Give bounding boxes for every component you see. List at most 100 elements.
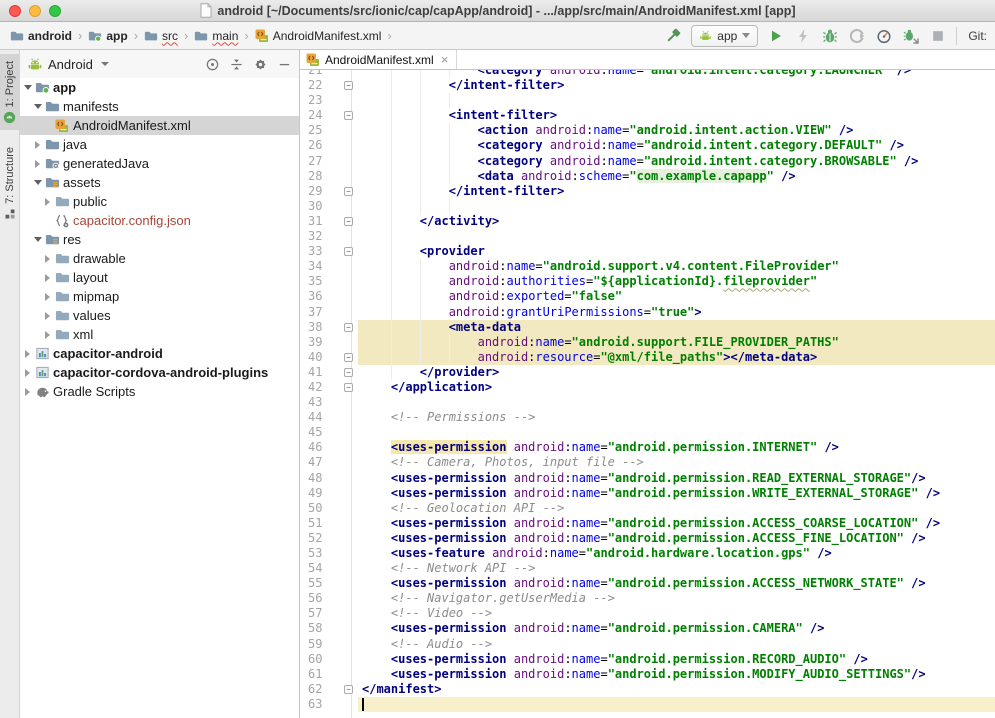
tree-collapsed-icon[interactable] [42, 255, 53, 263]
tree-expanded-icon[interactable] [22, 85, 33, 90]
tree-collapsed-icon[interactable] [22, 388, 33, 396]
code-area[interactable]: 21 <category android:name="android.inten… [300, 70, 995, 718]
fold-marker[interactable]: − [344, 184, 358, 199]
code-line-58[interactable]: 58 <uses-permission android:name="androi… [300, 621, 995, 636]
code-line-28[interactable]: 28 <data android:scheme="com.example.cap… [300, 169, 995, 184]
code-line-61[interactable]: 61 <uses-permission android:name="androi… [300, 667, 995, 682]
code-line-52[interactable]: 52 <uses-permission android:name="androi… [300, 531, 995, 546]
code-line-42[interactable]: 42− </application> [300, 380, 995, 395]
tree-item-app[interactable]: app [20, 78, 299, 97]
breadcrumb-src[interactable]: src [142, 28, 180, 44]
fold-marker[interactable]: − [344, 365, 358, 380]
apply-changes-button[interactable] [794, 26, 812, 46]
code-line-47[interactable]: 47 <!-- Camera, Photos, input file --> [300, 455, 995, 470]
close-window-button[interactable] [9, 5, 21, 17]
fold-marker[interactable]: − [344, 320, 358, 335]
zoom-window-button[interactable] [49, 5, 61, 17]
breadcrumb-android[interactable]: android [8, 28, 74, 44]
tree-expanded-icon[interactable] [32, 180, 43, 185]
tree-collapsed-icon[interactable] [32, 160, 43, 168]
fold-end-icon[interactable]: − [344, 685, 353, 694]
stop-button[interactable] [929, 26, 947, 46]
code-line-29[interactable]: 29− </intent-filter> [300, 184, 995, 199]
code-line-59[interactable]: 59 <!-- Audio --> [300, 637, 995, 652]
code-line-40[interactable]: 40− android:resource="@xml/file_paths"><… [300, 350, 995, 365]
tree-collapsed-icon[interactable] [42, 198, 53, 206]
fold-start-icon[interactable]: − [344, 247, 353, 256]
breadcrumb-androidmanifest-xml[interactable]: AndroidManifest.xml [253, 28, 384, 44]
code-line-36[interactable]: 36 android:exported="false" [300, 289, 995, 304]
code-line-30[interactable]: 30 [300, 199, 995, 214]
fold-marker[interactable]: − [344, 244, 358, 259]
minimize-window-button[interactable] [29, 5, 41, 17]
build-button[interactable] [664, 26, 682, 46]
breadcrumb-main[interactable]: main [192, 28, 240, 44]
code-line-46[interactable]: 46 <uses-permission android:name="androi… [300, 440, 995, 455]
fold-marker[interactable]: − [344, 350, 358, 365]
fold-end-icon[interactable]: − [344, 187, 353, 196]
code-line-56[interactable]: 56 <!-- Navigator.getUserMedia --> [300, 591, 995, 606]
tree-item-values[interactable]: values [20, 306, 299, 325]
run-configuration-select[interactable]: app [691, 25, 758, 47]
code-line-32[interactable]: 32 [300, 229, 995, 244]
code-line-60[interactable]: 60 <uses-permission android:name="androi… [300, 652, 995, 667]
settings-button[interactable] [252, 56, 268, 72]
tree-collapsed-icon[interactable] [22, 369, 33, 377]
fold-start-icon[interactable]: − [344, 323, 353, 332]
tree-collapsed-icon[interactable] [32, 141, 43, 149]
code-line-39[interactable]: 39 android:name="android.support.FILE_PR… [300, 335, 995, 350]
fold-end-icon[interactable]: − [344, 383, 353, 392]
code-line-55[interactable]: 55 <uses-permission android:name="androi… [300, 576, 995, 591]
code-line-62[interactable]: 62−</manifest> [300, 682, 995, 697]
tree-item-xml[interactable]: xml [20, 325, 299, 344]
tree-item-res[interactable]: res [20, 230, 299, 249]
tree-item-layout[interactable]: layout [20, 268, 299, 287]
code-line-48[interactable]: 48 <uses-permission android:name="androi… [300, 471, 995, 486]
fold-marker[interactable]: − [344, 78, 358, 93]
code-line-44[interactable]: 44 <!-- Permissions --> [300, 410, 995, 425]
fold-end-icon[interactable]: − [344, 353, 353, 362]
tree-item-androidmanifest-xml[interactable]: AndroidManifest.xml [20, 116, 299, 135]
tool-stripe-project-button[interactable]: 1: Project [0, 54, 20, 130]
code-line-33[interactable]: 33− <provider [300, 244, 995, 259]
tree-collapsed-icon[interactable] [42, 312, 53, 320]
locate-file-button[interactable] [204, 56, 220, 72]
fold-start-icon[interactable]: − [344, 111, 353, 120]
fold-marker[interactable]: − [344, 682, 358, 697]
collapse-all-button[interactable] [228, 56, 244, 72]
code-line-24[interactable]: 24− <intent-filter> [300, 108, 995, 123]
tree-expanded-icon[interactable] [32, 104, 43, 109]
attach-debugger-button[interactable] [902, 26, 920, 46]
code-line-41[interactable]: 41− </provider> [300, 365, 995, 380]
code-line-50[interactable]: 50 <!-- Geolocation API --> [300, 501, 995, 516]
git-label[interactable]: Git: [966, 29, 987, 43]
run-button[interactable] [767, 26, 785, 46]
fold-marker[interactable]: − [344, 380, 358, 395]
tree-collapsed-icon[interactable] [42, 331, 53, 339]
code-line-57[interactable]: 57 <!-- Video --> [300, 606, 995, 621]
tree-item-generatedjava[interactable]: generatedJava [20, 154, 299, 173]
code-line-51[interactable]: 51 <uses-permission android:name="androi… [300, 516, 995, 531]
code-line-22[interactable]: 22− </intent-filter> [300, 78, 995, 93]
tool-stripe-structure-button[interactable]: 7: Structure [0, 140, 20, 226]
breadcrumb-app[interactable]: app [86, 28, 129, 44]
code-line-21[interactable]: 21 <category android:name="android.inten… [300, 70, 995, 78]
fold-marker[interactable]: − [344, 108, 358, 123]
tree-item-gradle-scripts[interactable]: Gradle Scripts [20, 382, 299, 401]
tree-item-capacitor-config-json[interactable]: capacitor.config.json [20, 211, 299, 230]
code-line-31[interactable]: 31− </activity> [300, 214, 995, 229]
code-line-54[interactable]: 54 <!-- Network API --> [300, 561, 995, 576]
tree-item-capacitor-cordova-android-plugins[interactable]: capacitor-cordova-android-plugins [20, 363, 299, 382]
fold-marker[interactable]: − [344, 214, 358, 229]
tree-collapsed-icon[interactable] [42, 293, 53, 301]
tree-item-java[interactable]: java [20, 135, 299, 154]
code-line-35[interactable]: 35 android:authorities="${applicationId}… [300, 274, 995, 289]
tree-item-drawable[interactable]: drawable [20, 249, 299, 268]
close-tab-icon[interactable]: × [439, 55, 449, 65]
debug-button[interactable] [821, 26, 839, 46]
tree-item-mipmap[interactable]: mipmap [20, 287, 299, 306]
code-line-63[interactable]: 63 [300, 697, 995, 712]
code-line-23[interactable]: 23 [300, 93, 995, 108]
code-line-43[interactable]: 43 [300, 395, 995, 410]
code-line-49[interactable]: 49 <uses-permission android:name="androi… [300, 486, 995, 501]
